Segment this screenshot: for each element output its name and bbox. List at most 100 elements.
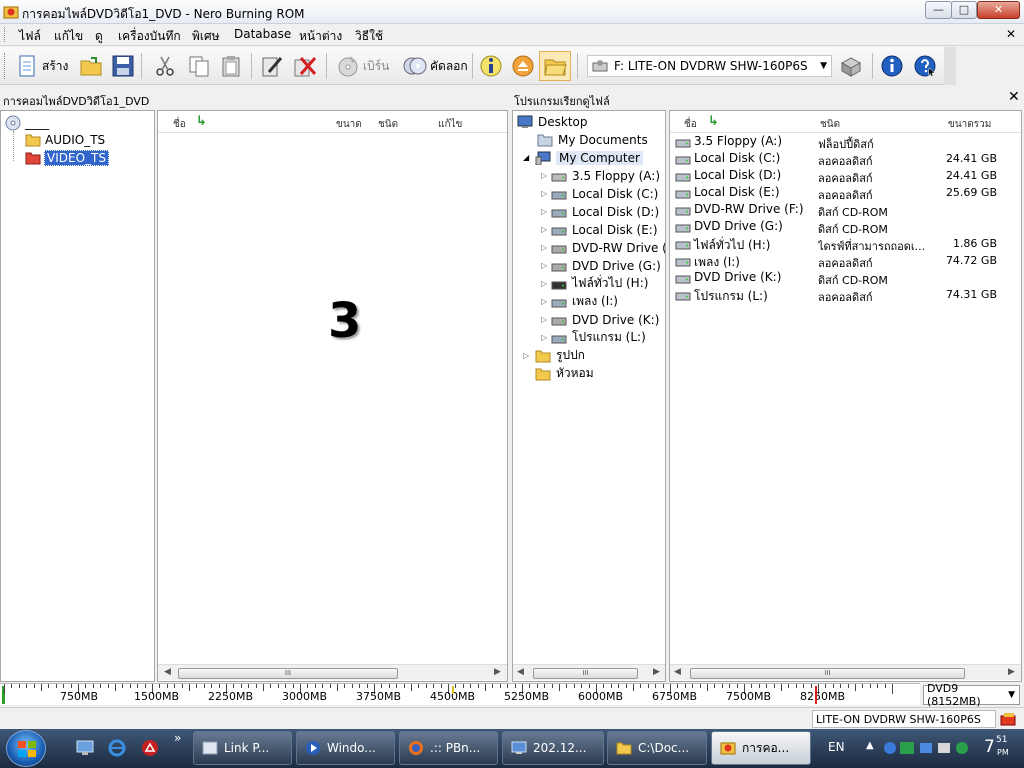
scroll-left-icon[interactable]: ◀	[674, 667, 681, 677]
list-item[interactable]: ไฟล์ทั่วไป (H:) ไดรฟ์ที่สามารถถอดเ... 1.86…	[670, 235, 1021, 253]
file-browser-close-icon[interactable]: ✕	[1008, 89, 1020, 105]
list-item[interactable]: โปรแกรม (L:) ลอคอลดิสก์ 74.31 GB	[670, 286, 1021, 304]
quick-launch-overflow-icon[interactable]: »	[174, 731, 181, 745]
tree-collapsed-icon[interactable]: ▷	[541, 189, 551, 198]
list-item[interactable]: DVD-RW Drive (F:) ดิสก์ CD-ROM	[670, 201, 1021, 219]
menu-edit[interactable]: แก้ไข	[54, 27, 83, 46]
tree-desktop[interactable]: Desktop	[517, 113, 588, 130]
menu-extras[interactable]: พิเศษ	[192, 27, 220, 46]
list-item[interactable]: Local Disk (D:) ลอคอลดิสก์ 24.41 GB	[670, 167, 1021, 185]
scroll-thumb[interactable]: III	[690, 668, 965, 679]
tree-collapsed-icon[interactable]: ▷	[541, 243, 551, 252]
menu-view[interactable]: ดู	[95, 27, 103, 46]
tree-drive[interactable]: ▷ ไฟล์ทั่วไป (H:)	[541, 275, 648, 292]
scroll-right-icon[interactable]: ▶	[494, 667, 501, 677]
tree-root[interactable]: ____	[5, 114, 49, 131]
column-type[interactable]: ชนิด	[378, 117, 398, 132]
copy-disc-button[interactable]: คัดลอก	[400, 51, 471, 81]
save-button[interactable]	[108, 51, 138, 81]
list-item[interactable]: เพลง (I:) ลอคอลดิสก์ 74.72 GB	[670, 252, 1021, 270]
column-name[interactable]: ชื่อ	[684, 117, 697, 132]
column-name[interactable]: ชื่อ	[173, 117, 186, 132]
scroll-right-icon[interactable]: ▶	[1008, 667, 1015, 677]
taskbar-link-button[interactable]: Link P...	[193, 731, 292, 765]
tree-my-computer[interactable]: ◢ My Computer	[523, 149, 643, 166]
tree-collapsed-icon[interactable]: ▷	[541, 315, 551, 324]
scroll-thumb[interactable]: III	[533, 668, 638, 679]
file-browser-toggle-button[interactable]	[539, 51, 571, 81]
system-tray-icons[interactable]	[882, 739, 972, 757]
tree-drive[interactable]: ▷ 3.5 Floppy (A:)	[541, 167, 660, 184]
copy-button[interactable]	[184, 51, 214, 81]
tree-collapsed-icon[interactable]: ▷	[541, 207, 551, 216]
horizontal-scrollbar[interactable]: ◀ III ▶	[158, 664, 507, 680]
about-button[interactable]	[877, 51, 907, 81]
menu-help[interactable]: วิธีใช้	[355, 27, 383, 46]
eject-button[interactable]	[508, 51, 538, 81]
menu-file[interactable]: ไฟล์	[19, 27, 41, 46]
tree-drive[interactable]: ▷ เพลง (I:)	[541, 293, 618, 310]
toolbar-overflow-chevron[interactable]	[944, 47, 956, 85]
list-item[interactable]: 3.5 Floppy (A:) ฟล็อปปี้ดิสก์	[670, 133, 1021, 151]
menu-window[interactable]: หน้าต่าง	[299, 27, 342, 46]
list-item[interactable]: Local Disk (E:) ลอคอลดิสก์ 25.69 GB	[670, 184, 1021, 202]
recorder-select[interactable]: F: LITE-ON DVDRW SHW-160P6S ▼	[587, 55, 832, 77]
disc-info-button[interactable]	[476, 51, 506, 81]
disc-type-select[interactable]: DVD9 (8152MB) ▼	[923, 682, 1020, 708]
taskbar-media-player-button[interactable]: Windo...	[296, 731, 395, 765]
tree-drive[interactable]: ▷ โปรแกรม (L:)	[541, 329, 646, 346]
tree-collapsed-icon[interactable]: ▷	[541, 279, 551, 288]
tree-collapsed-icon[interactable]: ▷	[541, 297, 551, 306]
tree-collapsed-icon[interactable]: ▷	[541, 225, 551, 234]
cut-button[interactable]	[150, 51, 180, 81]
horizontal-scrollbar[interactable]: ◀ III ▶	[670, 664, 1021, 680]
column-total-size[interactable]: ขนาดรวม	[948, 117, 991, 132]
clock-minute[interactable]: 51	[996, 735, 1007, 745]
tree-folder-video-ts[interactable]: VIDEO_TS	[25, 149, 109, 166]
tree-drive[interactable]: ▷ Local Disk (E:)	[541, 221, 658, 238]
tree-drive[interactable]: ▷ Local Disk (C:)	[541, 185, 658, 202]
menu-database[interactable]: Database	[234, 27, 291, 41]
tree-collapsed-icon[interactable]: ▷	[541, 171, 551, 180]
tree-folder-audio-ts[interactable]: AUDIO_TS	[25, 131, 105, 148]
minimize-button[interactable]: —	[925, 1, 952, 19]
tree-folder-cover[interactable]: ▷ รูปปก	[523, 347, 585, 364]
scroll-thumb[interactable]: III	[178, 668, 398, 679]
tree-drive[interactable]: ▷ Local Disk (D:)	[541, 203, 659, 220]
language-indicator[interactable]: EN	[828, 740, 845, 754]
taskbar-nero-button[interactable]: การคอ...	[711, 731, 811, 765]
horizontal-scrollbar[interactable]: ◀ III ▶	[513, 664, 665, 680]
list-item[interactable]: DVD Drive (K:) ดิสก์ CD-ROM	[670, 269, 1021, 287]
properties-button[interactable]	[257, 51, 287, 81]
column-modified[interactable]: แก้ไข	[438, 117, 462, 132]
list-item[interactable]: DVD Drive (G:) ดิสก์ CD-ROM	[670, 218, 1021, 236]
paste-button[interactable]	[216, 51, 246, 81]
close-button[interactable]: ✕	[977, 1, 1020, 19]
help-button[interactable]	[910, 51, 940, 81]
column-size[interactable]: ขนาด	[336, 117, 362, 132]
scroll-left-icon[interactable]: ◀	[164, 667, 171, 677]
tray-expand-icon[interactable]: ▲	[866, 740, 874, 751]
acrobat-icon[interactable]	[141, 739, 159, 757]
taskbar-firefox-button[interactable]: .:: PBn...	[399, 731, 498, 765]
new-button[interactable]: สร้าง	[12, 51, 71, 81]
clock-hour[interactable]: 7	[984, 737, 995, 757]
mdi-close-icon[interactable]: ✕	[1006, 27, 1016, 41]
scroll-left-icon[interactable]: ◀	[517, 667, 524, 677]
burn-button[interactable]: เบิร์น	[333, 51, 392, 81]
taskbar-explorer-button[interactable]: C:\Doc...	[607, 731, 707, 765]
internet-explorer-icon[interactable]	[108, 739, 126, 757]
tree-my-documents[interactable]: My Documents	[537, 131, 648, 148]
tree-drive[interactable]: ▷ DVD Drive (K:)	[541, 311, 659, 328]
tree-collapsed-icon[interactable]: ▷	[523, 351, 535, 360]
tree-collapsed-icon[interactable]: ▷	[541, 333, 551, 342]
open-button[interactable]	[76, 51, 106, 81]
tree-expanded-icon[interactable]: ◢	[523, 153, 535, 162]
tree-folder-onion[interactable]: หัวหอม	[535, 365, 594, 382]
taskbar-remote-button[interactable]: 202.12...	[502, 731, 604, 765]
start-button[interactable]	[6, 730, 46, 767]
tree-collapsed-icon[interactable]: ▷	[541, 261, 551, 270]
drive-info-button[interactable]	[836, 51, 866, 81]
tree-drive[interactable]: ▷ DVD-RW Drive (F	[541, 239, 665, 256]
show-desktop-icon[interactable]	[76, 740, 94, 756]
